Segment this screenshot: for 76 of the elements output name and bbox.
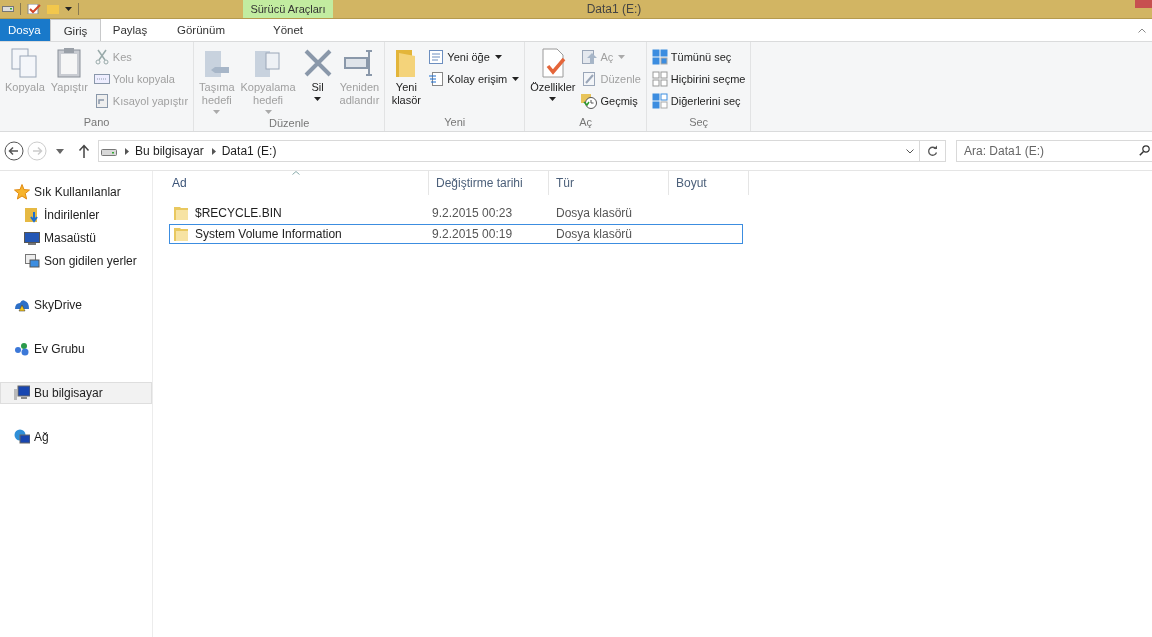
ribbon-tab[interactable]: Paylaş [101,19,159,41]
ribbon-button[interactable]: Diğerlerini seç [649,91,748,110]
new-item-icon [428,48,445,65]
ribbon-button[interactable]: Özellikler [528,45,578,103]
breadcrumb[interactable]: Bu bilgisayar [135,144,204,158]
column-header[interactable]: Ad [169,171,429,195]
monitor-icon [24,230,40,246]
pencil-icon [581,70,598,87]
nav-item[interactable]: SkyDrive [0,294,152,316]
drive-icon [101,146,117,156]
collapse-ribbon-icon[interactable] [1138,27,1146,33]
open-icon [581,48,598,65]
nav-item[interactable]: Ev Grubu [0,338,152,360]
ribbon-group-label: Seç [688,115,710,130]
nav-item[interactable]: Bu bilgisayar [0,382,152,404]
nav-item[interactable]: Ağ [0,426,152,448]
file-name: $RECYCLE.BIN [195,206,282,220]
address-field[interactable]: Bu bilgisayar Data1 (E:) [98,140,920,162]
ribbon-button[interactable]: Sil [299,45,336,103]
window-title: Data1 (E:) [586,2,642,16]
folder-icon [173,206,189,220]
globe-icon [14,429,30,445]
file-type: Dosya klasörü [555,227,634,241]
nav-item[interactable]: Sık Kullanılanlar [0,181,152,203]
cloud-icon [14,297,30,313]
select-grid-icon [651,92,668,109]
back-icon[interactable] [4,141,24,161]
ribbon-tab[interactable]: Görünüm [159,19,243,41]
nav-item[interactable]: İndirilenler [0,204,152,226]
computer-icon [14,385,30,401]
caret-icon[interactable] [56,148,64,154]
ribbon-group-label: Aç [578,115,593,130]
ribbon-button[interactable]: Yeni klasör [388,45,425,109]
ribbon-button[interactable]: Kolay erişim [426,69,522,88]
breadcrumb[interactable]: Data1 (E:) [221,144,277,158]
network-icon [14,341,30,357]
file-row[interactable]: $RECYCLE.BIN 9.2.2015 00:23 Dosya klasörü [169,203,743,223]
ribbon-group-label: Pano [82,115,111,130]
ribbon-tab[interactable]: Giriş [50,19,101,41]
drive-icon[interactable] [2,5,14,13]
chevron-right-icon[interactable] [211,147,216,155]
search-icon[interactable] [1139,145,1150,156]
ribbon-group-label: Yeni [443,115,467,130]
search-field[interactable]: Ara: Data1 (E:) [956,140,1152,162]
ribbon-button[interactable]: Hiçbirini seçme [649,69,748,88]
column-header[interactable]: Boyut [669,171,749,195]
nav-item[interactable]: Masaüstü [0,227,152,249]
clock-icon [581,92,598,109]
ribbon-tab[interactable]: Yönet [243,19,333,41]
column-header[interactable]: Değiştirme tarihi [429,171,549,195]
nav-item[interactable]: Son gidilen yerler [0,250,152,272]
column-header[interactable]: Tür [549,171,669,195]
refresh-icon [927,145,938,157]
refresh-button[interactable] [920,140,946,162]
ribbon-button[interactable]: Geçmiş [579,91,643,110]
up-arrow-icon[interactable] [78,144,90,158]
folder-icon [173,227,189,241]
caret-icon[interactable] [65,7,72,11]
download-folder-icon [24,207,40,223]
chevron-down-icon[interactable] [906,148,914,154]
ribbon-tab[interactable]: Dosya [0,19,50,41]
file-name: System Volume Information [195,227,342,241]
select-grid-icon [651,70,668,87]
scissors-icon [93,48,110,65]
ribbon-group-label: Düzenle [268,116,311,131]
properties-icon[interactable] [27,4,41,14]
context-tab-group-title: Sürücü Araçları [243,0,333,18]
modified-date: 9.2.2015 00:19 [431,227,514,241]
file-type: Dosya klasörü [555,206,634,220]
star-icon [14,184,30,200]
select-grid-icon [651,48,668,65]
ribbon-button[interactable]: Yeni öğe [426,47,522,66]
modified-date: 9.2.2015 00:23 [431,206,514,220]
chevron-right-icon[interactable] [125,147,129,155]
file-row[interactable]: System Volume Information 9.2.2015 00:19 Dosya klasörü [169,224,743,244]
ribbon-button[interactable]: Tümünü seç [649,47,748,66]
